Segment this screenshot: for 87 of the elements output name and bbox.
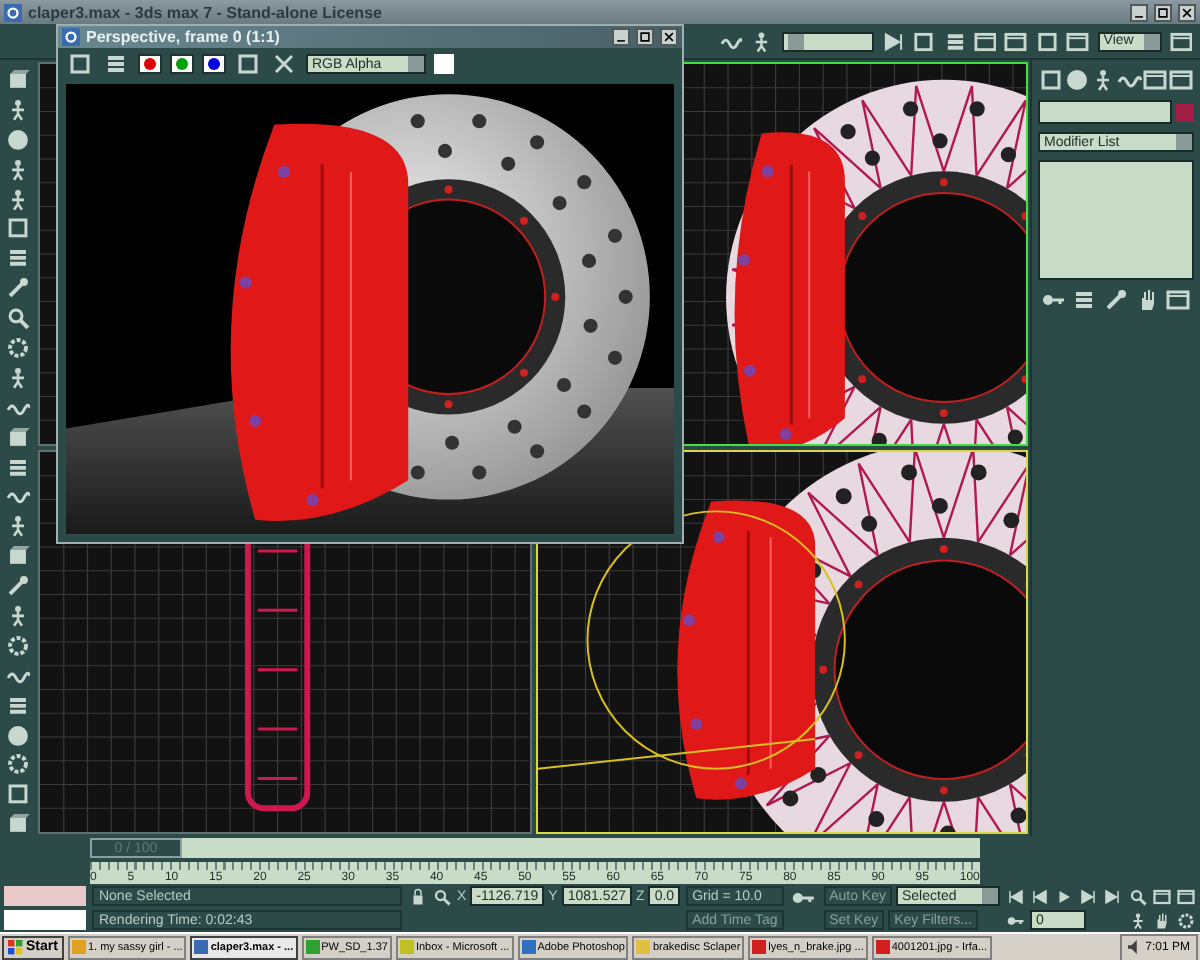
maximize-icon[interactable] xyxy=(1154,3,1172,21)
square-icon[interactable] xyxy=(66,52,94,76)
maximize-icon[interactable] xyxy=(636,28,654,46)
script-listener-field[interactable] xyxy=(4,910,87,930)
modifier-stack-list[interactable] xyxy=(1038,160,1194,280)
square-icon[interactable] xyxy=(6,216,30,241)
viewport[interactable] xyxy=(535,450,1028,834)
square-icon[interactable] xyxy=(6,782,30,807)
channel-toggle[interactable] xyxy=(170,54,194,74)
previous-icon[interactable] xyxy=(1030,887,1050,905)
object-name-field[interactable] xyxy=(1038,100,1172,124)
figure-icon[interactable] xyxy=(6,514,30,539)
window-icon[interactable] xyxy=(1142,68,1168,92)
app-icon xyxy=(636,940,651,954)
stack-icon[interactable] xyxy=(6,455,30,479)
figure-icon[interactable] xyxy=(6,97,30,122)
square-icon[interactable] xyxy=(1038,68,1064,92)
stack-icon[interactable] xyxy=(6,693,30,718)
search-icon[interactable] xyxy=(432,887,453,905)
cube-icon[interactable] xyxy=(6,68,30,92)
close-icon[interactable] xyxy=(1178,3,1196,21)
speaker-icon[interactable] xyxy=(1127,940,1142,954)
next-icon[interactable] xyxy=(1102,887,1122,905)
app-icon xyxy=(71,940,86,954)
sphere-icon[interactable] xyxy=(1064,68,1090,92)
gear-icon[interactable] xyxy=(6,633,30,658)
key-icon[interactable] xyxy=(1006,911,1026,929)
stack-icon[interactable] xyxy=(102,52,130,76)
app-icon xyxy=(399,940,414,954)
app-logo-icon xyxy=(62,28,80,46)
cube-icon[interactable] xyxy=(6,544,30,569)
app-icon xyxy=(521,940,536,954)
window-icon[interactable] xyxy=(1168,68,1194,92)
lock-icon[interactable] xyxy=(408,887,429,905)
sphere-icon[interactable] xyxy=(6,127,30,152)
square-icon[interactable] xyxy=(1035,29,1059,53)
app-logo-icon xyxy=(4,3,22,21)
sphere-icon[interactable] xyxy=(6,723,30,747)
clear-icon[interactable] xyxy=(270,52,298,76)
play-icon[interactable] xyxy=(1054,887,1074,905)
channel-toggle[interactable] xyxy=(138,54,162,74)
cube-icon[interactable] xyxy=(6,425,30,450)
figure-icon[interactable] xyxy=(6,604,30,628)
gear-icon[interactable] xyxy=(6,336,30,360)
minimize-icon[interactable] xyxy=(1130,3,1148,21)
rotate-gizmo-circle[interactable] xyxy=(585,510,845,770)
figure-icon[interactable] xyxy=(6,365,30,390)
window-icon[interactable] xyxy=(1169,29,1193,53)
app-icon xyxy=(875,940,890,954)
wrench-icon[interactable] xyxy=(6,574,30,599)
windows-flag-icon xyxy=(8,939,24,955)
figure-icon[interactable] xyxy=(6,187,30,211)
gear-icon[interactable] xyxy=(6,752,30,777)
previous-icon[interactable] xyxy=(1006,887,1026,905)
app-icon xyxy=(305,940,320,954)
window-icon[interactable] xyxy=(1066,29,1090,53)
window-icon[interactable] xyxy=(1176,887,1196,905)
search-icon[interactable] xyxy=(6,306,30,331)
color-swatch[interactable] xyxy=(434,54,454,74)
window-icon[interactable] xyxy=(1152,887,1172,905)
figure-icon[interactable] xyxy=(1128,911,1148,929)
minimize-icon[interactable] xyxy=(612,28,630,46)
cube-icon[interactable] xyxy=(6,812,30,837)
window-title: claper3.max - 3ds max 7 - Stand-alone License xyxy=(28,3,384,21)
channel-toggle[interactable] xyxy=(202,54,226,74)
wrench-icon[interactable] xyxy=(1101,288,1130,312)
hand-icon[interactable] xyxy=(1152,911,1172,929)
stack-icon[interactable] xyxy=(943,29,966,53)
selection-set-dropdown[interactable] xyxy=(781,31,874,51)
next-icon[interactable] xyxy=(881,29,905,53)
window-icon[interactable] xyxy=(973,29,997,53)
square-icon[interactable] xyxy=(234,52,262,76)
app-icon xyxy=(752,940,767,954)
render-window-title: Perspective, frame 0 (1:1) xyxy=(86,28,282,46)
window-icon[interactable] xyxy=(1164,288,1193,312)
wrench-icon[interactable] xyxy=(6,276,30,301)
window-icon[interactable] xyxy=(1004,29,1028,53)
figure-icon[interactable] xyxy=(6,157,30,182)
gear-icon[interactable] xyxy=(1176,911,1196,929)
object-color-swatch[interactable] xyxy=(1176,103,1194,121)
next-icon[interactable] xyxy=(1078,887,1098,905)
square-icon[interactable] xyxy=(912,29,936,53)
script-listener-field[interactable] xyxy=(4,886,87,906)
stack-icon[interactable] xyxy=(6,246,30,271)
close-icon[interactable] xyxy=(660,28,678,46)
app-icon xyxy=(194,940,209,954)
search-icon[interactable] xyxy=(1128,887,1148,905)
